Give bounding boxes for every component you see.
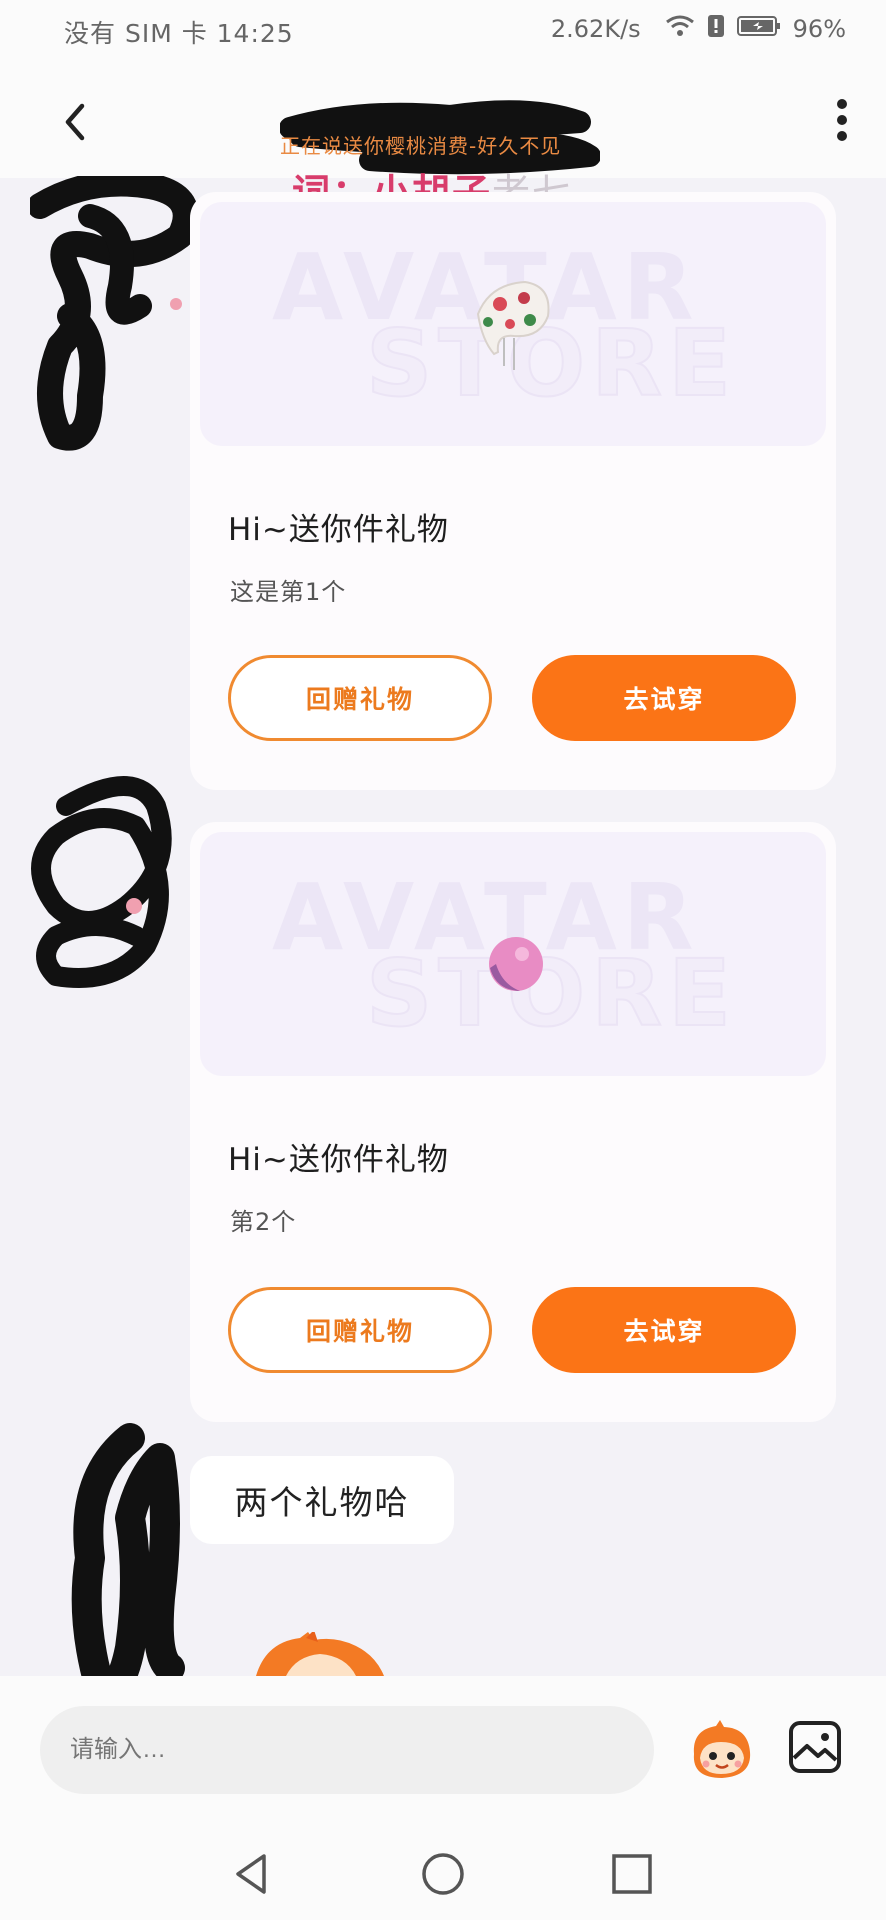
battery-icon [736,14,781,44]
avatar-redacted-2 [31,776,172,988]
gift-card: AVATAR STORE Hi~送你件礼物 第2个 回赠礼物 去试穿 [190,822,836,1422]
back-arrow-icon [65,103,85,141]
gift-subtitle: 第2个 [230,1208,297,1236]
return-gift-button[interactable]: 回赠礼物 [228,1287,492,1373]
gift-pink-ball-image [489,937,543,991]
avatar-redacted-3 [71,1423,185,1705]
gift-image-area[interactable]: AVATAR STORE [200,202,826,446]
message-input[interactable] [40,1706,654,1794]
gift-title: Hi~送你件礼物 [228,1142,449,1178]
watermark-store: STORE [365,939,737,1048]
more-options-button[interactable] [822,88,862,152]
wifi-icon [665,14,695,44]
status-right: 2.62K/s 96% [551,14,846,44]
nav-home-button[interactable] [413,1844,473,1904]
alert-icon [707,14,725,44]
message-bubble: 两个礼物哈 [190,1456,454,1544]
gift-scarf-image [476,280,550,370]
nav-back-icon [236,1854,266,1894]
try-on-button[interactable]: 去试穿 [532,655,796,741]
gift-image-area[interactable]: AVATAR STORE [200,832,826,1076]
mascot-peek-image [256,1632,384,1676]
nav-recents-button[interactable] [602,1844,662,1904]
network-speed-text: 2.62K/s [550,15,641,43]
try-on-button[interactable]: 去试穿 [532,1287,796,1373]
back-button[interactable] [50,90,100,150]
nav-recents-icon [612,1854,652,1894]
more-vertical-icon [837,99,847,141]
battery-percent-text: 96% [792,15,846,43]
emoji-button[interactable] [686,1720,756,1782]
system-nav-bar [0,1826,886,1920]
image-gallery-icon [789,1721,841,1773]
gift-card: AVATAR STORE Hi~送你件礼物 这是第1个 回赠礼物 去试穿 [190,192,836,790]
gift-title: Hi~送你件礼物 [228,512,449,548]
input-bar [0,1676,886,1826]
carrier-time-text: 没有 SIM 卡 14:25 [64,19,294,48]
nav-home-icon [422,1853,464,1895]
mascot-emoji-icon [693,1720,751,1778]
gift-subtitle: 这是第1个 [230,578,347,606]
lyric-line: 正在说送你樱桃消费-好久不见 [280,134,562,158]
chat-header: 正在说送你樱桃消费-好久不见 词：小胡子老七 [0,62,886,215]
return-gift-button[interactable]: 回赠礼物 [228,655,492,741]
nav-back-button[interactable] [224,1844,284,1904]
status-bar: 没有 SIM 卡 14:25 2.62K/s 96% [0,0,886,62]
image-picker-button[interactable] [788,1720,842,1774]
